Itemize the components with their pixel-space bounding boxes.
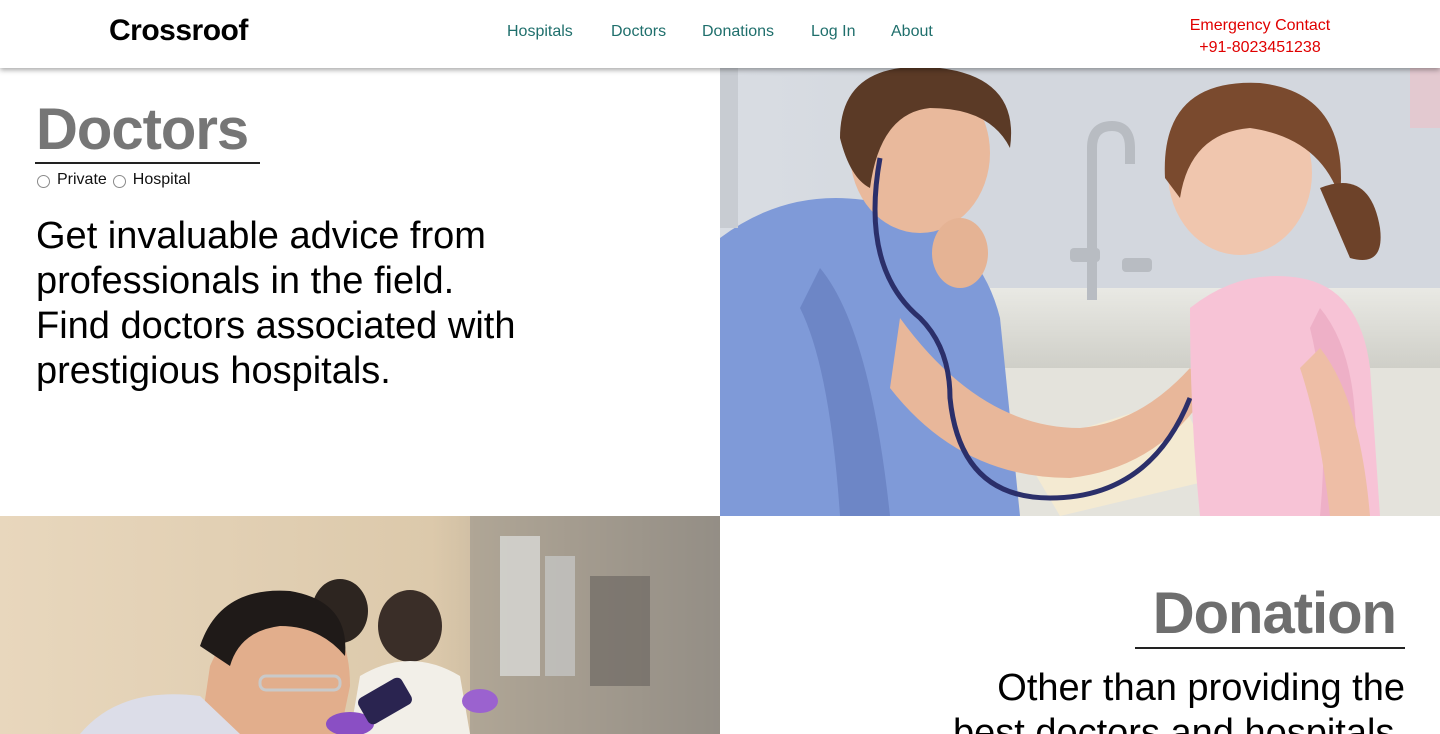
nav-link-doctors[interactable]: Doctors [611, 23, 666, 41]
donation-description-line: best doctors and hospitals, [952, 712, 1405, 734]
doctors-title-underline [35, 162, 260, 164]
doctors-title: Doctors [36, 97, 249, 162]
nurse-examining-child-image [720, 68, 1440, 516]
emergency-phone[interactable]: +91-8023451238 [1150, 37, 1370, 59]
doctors-section: Doctors Private Hospital Get invaluable … [0, 68, 720, 516]
doctor-type-filter: Private Hospital [37, 171, 197, 189]
radio-private[interactable] [37, 174, 50, 188]
lab-researchers-image [0, 516, 720, 734]
radio-hospital-label[interactable]: Hospital [133, 171, 191, 189]
donation-title: Donation [1152, 581, 1397, 646]
donation-description: Other than providing the best doctors an… [845, 666, 1405, 734]
nav-link-donations[interactable]: Donations [702, 23, 774, 41]
hero-photo [720, 68, 1440, 516]
lab-photo [0, 516, 720, 734]
donation-description-line: Other than providing the [997, 667, 1405, 709]
doctors-description-line: Find doctors associated with [36, 305, 516, 347]
nav-link-about[interactable]: About [891, 23, 933, 41]
site-header: Crossroof Hospitals Doctors Donations Lo… [0, 0, 1440, 68]
donation-section: Donation Other than providing the best d… [720, 516, 1440, 734]
doctors-description-line: Get invaluable advice from [36, 215, 486, 257]
radio-hospital[interactable] [112, 174, 126, 188]
doctors-description-line: professionals in the field. [36, 260, 455, 302]
nav-link-hospitals[interactable]: Hospitals [507, 23, 573, 41]
doctors-description-line: prestigious hospitals. [36, 350, 391, 392]
emergency-label: Emergency Contact [1189, 17, 1331, 34]
doctors-description: Get invaluable advice from professionals… [36, 214, 596, 394]
donation-title-underline [1135, 647, 1405, 649]
emergency-contact: Emergency Contact +91-8023451238 [1150, 15, 1370, 59]
nav-link-login[interactable]: Log In [811, 23, 855, 41]
radio-private-label[interactable]: Private [57, 171, 107, 189]
